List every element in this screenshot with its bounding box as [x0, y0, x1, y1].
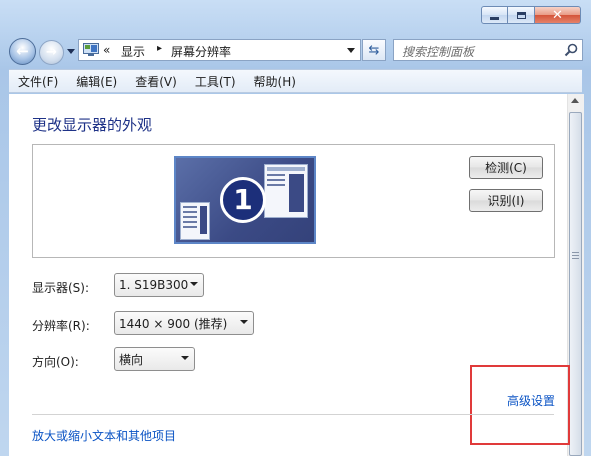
scroll-grip-icon: [572, 252, 579, 259]
minimize-button[interactable]: [481, 6, 508, 24]
refresh-icon: ⇆: [368, 42, 380, 58]
resolution-select-value: 1440 × 900 (推荐): [119, 316, 228, 331]
highlight-annotation: [470, 365, 570, 445]
display-select[interactable]: 1. S19B300: [114, 273, 204, 297]
forward-arrow-icon: →: [46, 45, 57, 60]
minimize-icon: [490, 16, 499, 20]
menu-help[interactable]: 帮助(H): [245, 73, 305, 90]
menu-edit[interactable]: 编辑(E): [67, 73, 126, 90]
breadcrumb-display[interactable]: 显示: [121, 43, 145, 60]
back-button[interactable]: ←: [9, 38, 36, 65]
close-icon: ✕: [552, 7, 563, 23]
refresh-button[interactable]: ⇆: [362, 39, 386, 61]
monitor-number: 1: [233, 183, 253, 216]
orientation-label: 方向(O):: [32, 355, 79, 369]
breadcrumb-separator-icon[interactable]: ▸: [157, 43, 162, 54]
chevron-down-icon: [181, 356, 189, 360]
search-input[interactable]: 搜索控制面板: [393, 39, 583, 61]
chevron-down-icon: [190, 282, 198, 286]
orientation-select[interactable]: 横向: [114, 347, 195, 371]
forward-button[interactable]: →: [39, 40, 64, 65]
window-thumbnail-icon: [264, 164, 308, 218]
identify-button[interactable]: 识别(I): [469, 189, 543, 212]
address-dropdown-icon[interactable]: [347, 48, 355, 53]
close-button[interactable]: ✕: [535, 6, 581, 24]
text-size-link[interactable]: 放大或缩小文本和其他项目: [32, 427, 176, 444]
scrollbar-thumb[interactable]: [569, 112, 582, 456]
resolution-select[interactable]: 1440 × 900 (推荐): [114, 311, 254, 335]
maximize-button[interactable]: [508, 6, 535, 24]
divider: [32, 414, 554, 415]
control-panel-icon: [83, 43, 99, 56]
menu-tools[interactable]: 工具(T): [186, 73, 245, 90]
breadcrumb-overflow[interactable]: «: [103, 43, 110, 57]
back-arrow-icon: ←: [16, 42, 29, 60]
window-thumbnail-icon: [180, 202, 210, 240]
breadcrumb-current[interactable]: 屏幕分辨率: [171, 43, 231, 60]
orientation-select-value: 横向: [119, 352, 144, 367]
maximize-icon: [516, 11, 526, 19]
menu-bar: 文件(F) 编辑(E) 查看(V) 工具(T) 帮助(H): [9, 69, 582, 93]
display-select-value: 1. S19B300: [119, 278, 189, 292]
chevron-down-icon: [240, 320, 248, 324]
page-title: 更改显示器的外观: [32, 116, 153, 134]
resolution-label: 分辨率(R):: [32, 319, 90, 333]
display-label: 显示器(S):: [32, 281, 90, 295]
monitor-1[interactable]: 1: [174, 156, 316, 244]
address-bar[interactable]: « 显示 ▸ 屏幕分辨率: [78, 39, 361, 61]
search-placeholder: 搜索控制面板: [402, 45, 475, 59]
menu-file[interactable]: 文件(F): [9, 73, 67, 90]
detect-button[interactable]: 检测(C): [469, 156, 543, 179]
monitor-number-badge: 1: [220, 177, 266, 223]
search-icon[interactable]: [564, 43, 578, 57]
history-dropdown-icon[interactable]: [67, 49, 75, 54]
menu-view[interactable]: 查看(V): [126, 73, 186, 90]
scroll-up-icon[interactable]: [571, 98, 579, 103]
